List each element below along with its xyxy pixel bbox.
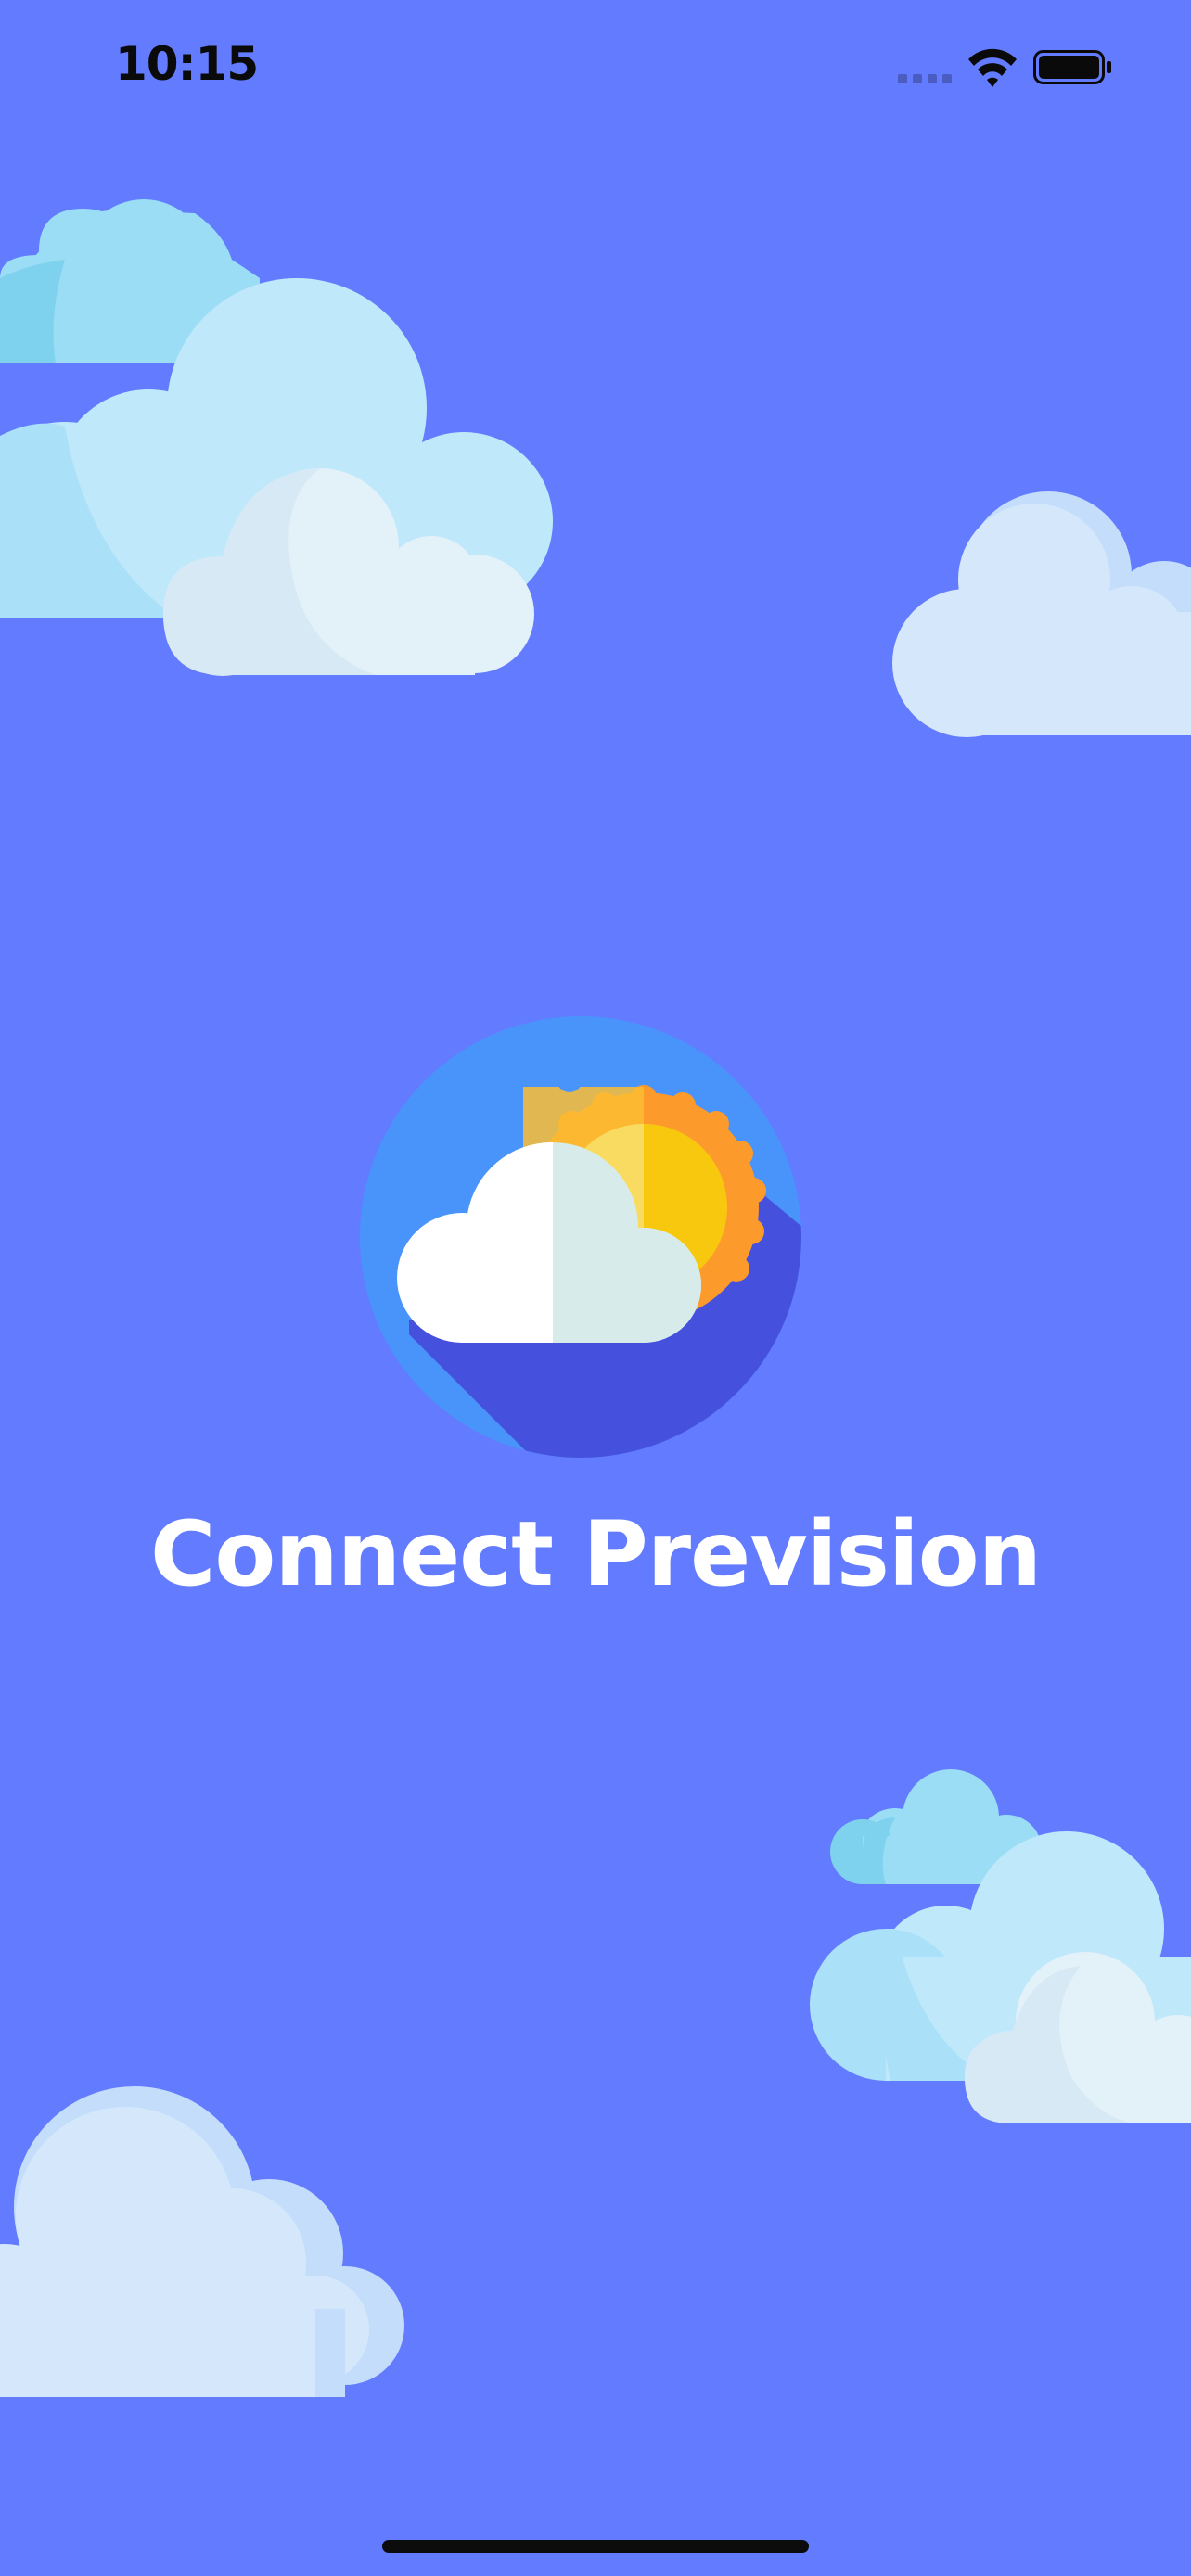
home-indicator[interactable] bbox=[382, 2540, 809, 2553]
wifi-icon bbox=[968, 48, 1017, 87]
cloud-icon bbox=[0, 2086, 404, 2397]
status-time: 10:15 bbox=[115, 37, 259, 91]
battery-icon bbox=[1033, 50, 1111, 84]
sun-behind-cloud-icon bbox=[360, 1016, 801, 1458]
cellular-signal-icon bbox=[898, 74, 952, 83]
cloud-icon bbox=[892, 491, 1191, 737]
app-title: Connect Prevision bbox=[149, 1502, 1042, 1606]
status-bar: 10:15 bbox=[0, 0, 1191, 139]
status-icons bbox=[898, 48, 1111, 87]
splash-screen: 10:15 Connect Prevision bbox=[0, 0, 1191, 2576]
